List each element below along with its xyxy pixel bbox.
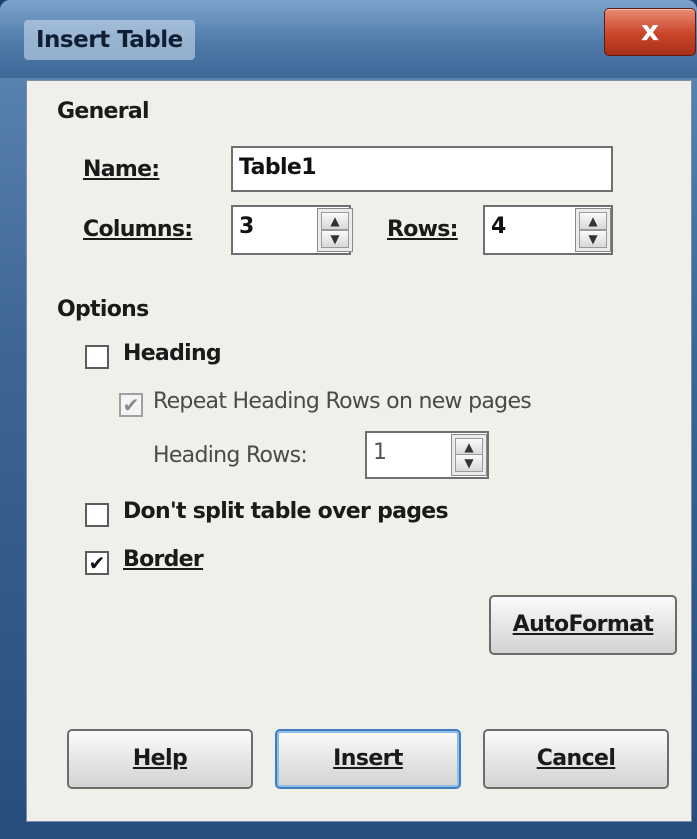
- heading-checkbox[interactable]: [85, 345, 109, 369]
- border-checkbox[interactable]: ✔: [85, 551, 109, 575]
- heading-rows-label: Heading Rows:: [153, 443, 308, 468]
- cancel-button[interactable]: Cancel: [483, 729, 669, 789]
- dialog-body: General Name: Table1 Columns: 3 ▲ ▼ Rows…: [26, 80, 692, 822]
- columns-label: Columns:: [83, 217, 193, 242]
- window-title: Insert Table: [24, 20, 195, 60]
- insert-table-dialog: Insert Table x General Name: Table1 Colu…: [0, 0, 697, 839]
- close-button[interactable]: x: [604, 8, 696, 56]
- columns-spinner[interactable]: ▲ ▼: [317, 208, 353, 252]
- border-label[interactable]: Border: [123, 547, 204, 572]
- rows-spinner[interactable]: ▲ ▼: [575, 208, 611, 252]
- spin-up-icon[interactable]: ▲: [455, 438, 483, 456]
- name-label: Name:: [83, 157, 160, 182]
- help-button[interactable]: Help: [67, 729, 253, 789]
- title-bar[interactable]: Insert Table x: [0, 0, 697, 78]
- autoformat-button-label: AutoFormat: [512, 612, 654, 637]
- close-icon: x: [640, 14, 660, 47]
- heading-checkbox-label[interactable]: Heading: [123, 341, 222, 366]
- spin-down-icon[interactable]: ▼: [455, 454, 483, 472]
- help-button-label: Help: [132, 746, 188, 771]
- columns-label-text: Columns:: [83, 217, 193, 242]
- autoformat-button[interactable]: AutoFormat: [489, 595, 677, 655]
- name-label-text: Name:: [83, 157, 160, 182]
- options-section-heading: Options: [57, 297, 149, 322]
- dont-split-checkbox[interactable]: [85, 503, 109, 527]
- spin-up-icon[interactable]: ▲: [321, 212, 349, 231]
- repeat-heading-checkbox[interactable]: ✔: [119, 393, 143, 417]
- repeat-heading-label: Repeat Heading Rows on new pages: [153, 389, 532, 414]
- spin-up-icon[interactable]: ▲: [579, 212, 607, 231]
- border-label-text: Border: [123, 547, 204, 572]
- rows-label: Rows:: [387, 217, 458, 242]
- name-input[interactable]: Table1: [231, 146, 613, 192]
- heading-rows-spinner[interactable]: ▲ ▼: [451, 434, 487, 476]
- rows-label-text: Rows:: [387, 217, 458, 242]
- spin-down-icon[interactable]: ▼: [321, 229, 349, 248]
- insert-button-label: Insert: [333, 746, 403, 771]
- cancel-button-label: Cancel: [536, 746, 616, 771]
- dont-split-label[interactable]: Don't split table over pages: [123, 499, 449, 524]
- insert-button[interactable]: Insert: [275, 729, 461, 789]
- spin-down-icon[interactable]: ▼: [579, 229, 607, 248]
- general-section-heading: General: [57, 99, 150, 124]
